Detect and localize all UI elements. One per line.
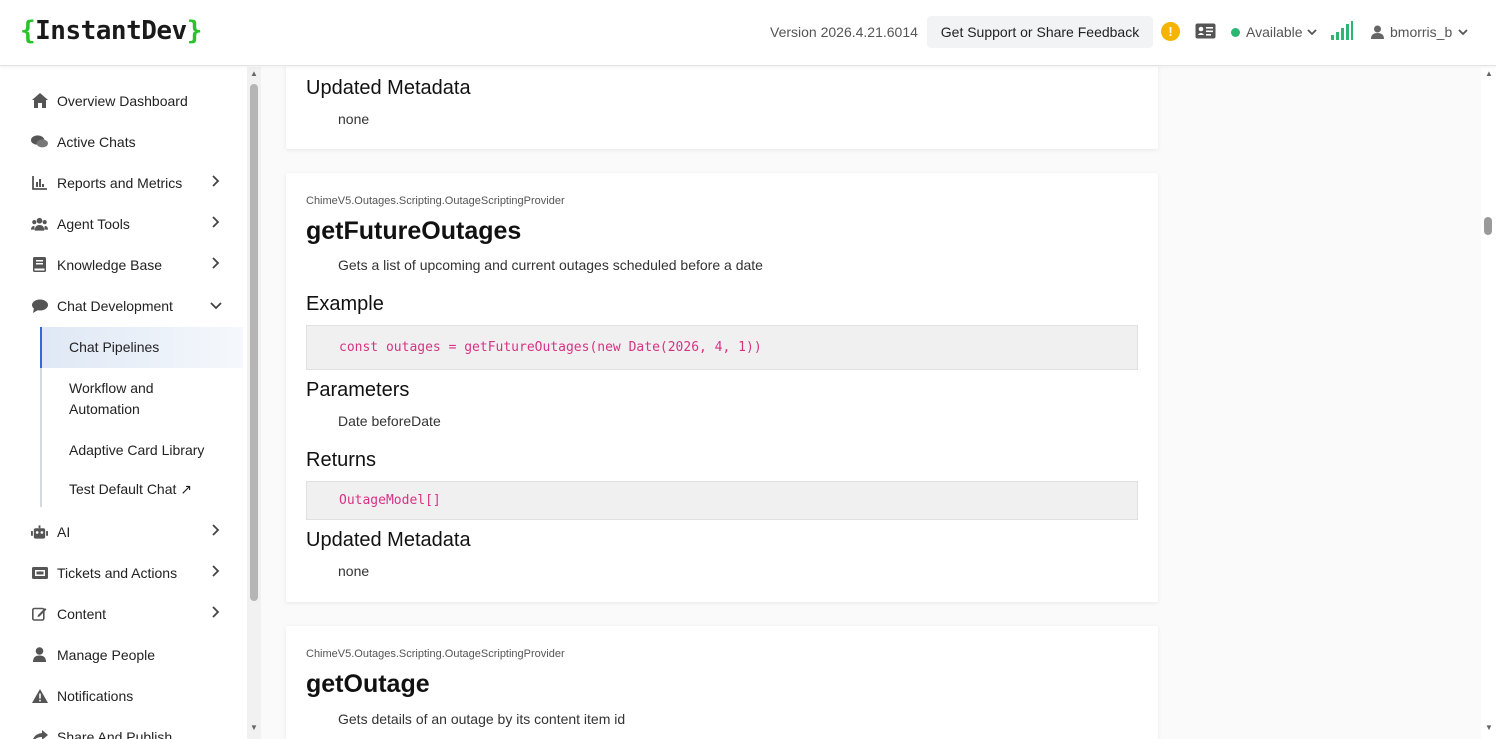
- sidebar-item-label: Tickets and Actions: [57, 564, 178, 581]
- chevron-right-icon: [212, 174, 220, 192]
- sidebar-subitem-label: Workflow and Automation: [69, 380, 154, 417]
- chat-bubble-icon: [31, 297, 48, 314]
- edit-icon: [31, 605, 48, 622]
- updated-metadata-value: none: [338, 111, 370, 127]
- bar-chart-icon: [31, 174, 48, 191]
- updated-metadata-heading: Updated Metadata: [306, 529, 471, 551]
- doc-card: ChimeV5.Outages.Scripting.OutageScriptin…: [286, 173, 1158, 602]
- chevron-right-icon: [212, 564, 220, 582]
- version-label: Version 2026.4.21.6014: [770, 24, 918, 40]
- sidebar-subitem-chat-pipelines[interactable]: Chat Pipelines: [40, 327, 243, 368]
- sidebar-item-label: Content: [57, 605, 107, 622]
- updated-metadata-heading: Updated Metadata: [306, 77, 471, 99]
- support-feedback-button[interactable]: Get Support or Share Feedback: [927, 16, 1153, 48]
- doc-card: Updated Metadata none: [286, 67, 1158, 149]
- scroll-down-arrow-icon[interactable]: ▼: [1485, 723, 1493, 732]
- returns-code-block: OutageModel[]: [306, 481, 1138, 520]
- chevron-right-icon: [212, 256, 220, 274]
- example-code-block: const outages = getFutureOutages(new Dat…: [306, 325, 1138, 370]
- sidebar-item-tickets-and-actions[interactable]: Tickets and Actions: [0, 552, 247, 593]
- ticket-icon: [31, 564, 48, 581]
- sidebar-item-label: Share And Publish: [57, 728, 173, 739]
- robot-icon: [31, 523, 48, 540]
- scroll-up-arrow-icon[interactable]: ▲: [1485, 69, 1493, 78]
- status-label: Available: [1246, 24, 1303, 40]
- book-icon: [31, 256, 48, 273]
- doc-card: ChimeV5.Outages.Scripting.OutageScriptin…: [286, 626, 1158, 739]
- sidebar-item-reports-and-metrics[interactable]: Reports and Metrics: [0, 162, 247, 203]
- main-scrollbar-thumb[interactable]: [1484, 217, 1492, 235]
- sidebar-subitem-test-default-chat[interactable]: Test Default Chat ↗: [40, 471, 243, 507]
- namespace-label: ChimeV5.Outages.Scripting.OutageScriptin…: [306, 195, 565, 207]
- availability-status-dropdown[interactable]: Available: [1231, 24, 1317, 40]
- sidebar-nav: Overview Dashboard Active Chats Reports …: [0, 67, 247, 739]
- function-name: getFutureOutages: [306, 217, 522, 245]
- example-heading: Example: [306, 293, 384, 315]
- parameters-heading: Parameters: [306, 379, 410, 401]
- logo-brace-close: }: [186, 16, 203, 46]
- instantdev-logo[interactable]: {InstantDev}: [20, 16, 202, 46]
- alert-icon[interactable]: !: [1161, 22, 1180, 41]
- sidebar-item-label: Notifications: [57, 687, 134, 704]
- main-content: Updated Metadata none ChimeV5.Outages.Sc…: [261, 67, 1481, 739]
- sidebar-item-active-chats[interactable]: Active Chats: [0, 121, 247, 162]
- sidebar-item-manage-people[interactable]: Manage People: [0, 634, 247, 675]
- sidebar-subitem-label: Test Default Chat ↗: [69, 480, 193, 497]
- sidebar-item-label: Overview Dashboard: [57, 92, 188, 109]
- sidebar-item-share-and-publish[interactable]: Share And Publish: [0, 716, 247, 739]
- sidebar-scrollbar[interactable]: ▲ ▼: [247, 67, 261, 739]
- sidebar-item-notifications[interactable]: Notifications: [0, 675, 247, 716]
- namespace-label: ChimeV5.Outages.Scripting.OutageScriptin…: [306, 648, 565, 660]
- sidebar-subitem-label: Chat Pipelines: [69, 339, 160, 355]
- home-icon: [31, 92, 48, 109]
- sidebar-item-label: Active Chats: [57, 133, 136, 150]
- function-description: Gets details of an outage by its content…: [338, 711, 626, 727]
- function-description: Gets a list of upcoming and current outa…: [338, 257, 763, 273]
- person-icon: [31, 646, 48, 663]
- signal-strength-icon: [1331, 21, 1353, 46]
- chevron-right-icon: [212, 215, 220, 233]
- chat-bubbles-icon: [31, 133, 48, 150]
- id-card-icon[interactable]: [1195, 23, 1216, 44]
- sidebar-item-label: Reports and Metrics: [57, 174, 183, 191]
- returns-heading: Returns: [306, 449, 377, 471]
- status-dot: [1231, 27, 1240, 37]
- updated-metadata-value: none: [338, 563, 370, 579]
- top-header: {InstantDev} Version 2026.4.21.6014 Get …: [0, 0, 1496, 66]
- user-menu[interactable]: bmorris_b: [1371, 24, 1468, 40]
- scroll-up-arrow-icon[interactable]: ▲: [250, 69, 258, 78]
- function-name: getOutage: [306, 670, 430, 698]
- sidebar-item-label: Manage People: [57, 646, 156, 663]
- chevron-right-icon: [212, 523, 220, 541]
- sidebar-subitem-workflow-and-automation[interactable]: Workflow and Automation: [40, 368, 243, 430]
- sidebar-item-overview-dashboard[interactable]: Overview Dashboard: [0, 80, 247, 121]
- sidebar-item-label: Knowledge Base: [57, 256, 163, 273]
- logo-text: InstantDev: [35, 16, 187, 46]
- sidebar-item-label: AI: [57, 523, 71, 540]
- chevron-right-icon: [212, 605, 220, 623]
- logo-brace-open: {: [20, 16, 36, 46]
- chevron-down-icon: [1458, 28, 1468, 35]
- sidebar-subitem-adaptive-card-library[interactable]: Adaptive Card Library: [40, 430, 243, 471]
- sidebar-item-label: Agent Tools: [57, 215, 130, 232]
- users-icon: [31, 215, 48, 232]
- share-icon: [31, 728, 48, 739]
- main-scrollbar[interactable]: ▲ ▼: [1481, 67, 1496, 739]
- sidebar-item-agent-tools[interactable]: Agent Tools: [0, 203, 247, 244]
- chevron-down-icon: [210, 297, 222, 315]
- sidebar-scrollbar-thumb[interactable]: [250, 84, 258, 601]
- sidebar-item-content[interactable]: Content: [0, 593, 247, 634]
- scroll-down-arrow-icon[interactable]: ▼: [250, 723, 258, 732]
- sidebar-item-ai[interactable]: AI: [0, 511, 247, 552]
- sidebar-item-knowledge-base[interactable]: Knowledge Base: [0, 244, 247, 285]
- sidebar-subitem-label: Adaptive Card Library: [69, 442, 205, 458]
- username-label: bmorris_b: [1390, 24, 1453, 40]
- sidebar-item-chat-development[interactable]: Chat Development: [0, 285, 247, 326]
- sidebar-item-label: Chat Development: [57, 297, 173, 314]
- user-icon: [1371, 25, 1384, 39]
- chevron-down-icon: [1306, 28, 1317, 35]
- parameters-value: Date beforeDate: [338, 413, 441, 429]
- warning-icon: [31, 687, 48, 704]
